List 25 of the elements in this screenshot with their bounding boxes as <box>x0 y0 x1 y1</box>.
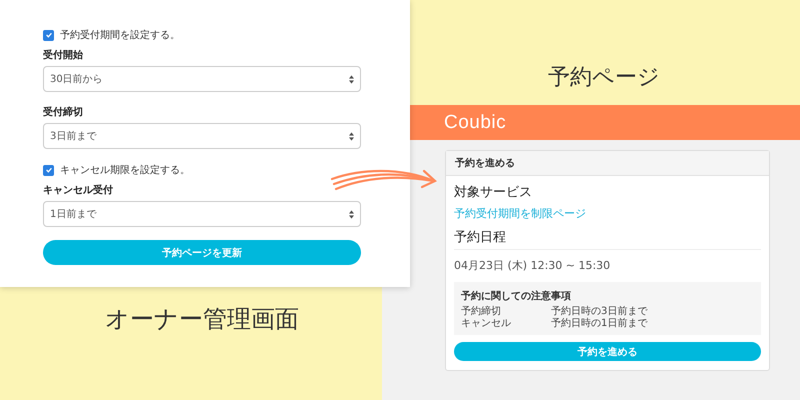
updown-caret-icon <box>349 210 354 218</box>
checkbox[interactable] <box>43 164 54 176</box>
schedule-text: 04月23日 (木) 12:30 ~ 15:30 <box>454 258 612 273</box>
select-field[interactable]: 3日前まで <box>43 123 361 149</box>
page-caption: オーナー管理画面 <box>105 304 299 335</box>
checkbox-label: 予約受付期間を設定する。 <box>60 28 180 42</box>
updown-caret-icon <box>349 132 354 140</box>
note-label: キャンセル <box>461 318 511 329</box>
section-heading: 予約日程 <box>454 228 761 250</box>
field-label: 受付締切 <box>43 105 84 119</box>
note-value: 予約日時の1日前まで <box>551 318 648 329</box>
updown-caret-icon <box>349 74 354 84</box>
field-label: キャンセル受付 <box>43 184 114 197</box>
select-field[interactable]: 1日前まで <box>43 201 361 227</box>
field-label: 受付開始 <box>43 48 84 62</box>
page-caption: 予約ページ <box>548 64 660 92</box>
select-field[interactable]: 30日前から <box>43 66 361 92</box>
note-label: 予約締切 <box>461 306 501 318</box>
notes-title: 予約に関しての注意事項 <box>461 289 572 303</box>
checkbox[interactable] <box>43 30 54 40</box>
section-heading: 対象サービス <box>454 184 533 201</box>
checkbox-label: キャンセル期限を設定する。 <box>60 164 190 177</box>
logo: Coubic <box>444 112 506 134</box>
note-value: 予約日時の3日前まで <box>551 306 648 318</box>
card-header: 予約を進める <box>446 151 769 176</box>
